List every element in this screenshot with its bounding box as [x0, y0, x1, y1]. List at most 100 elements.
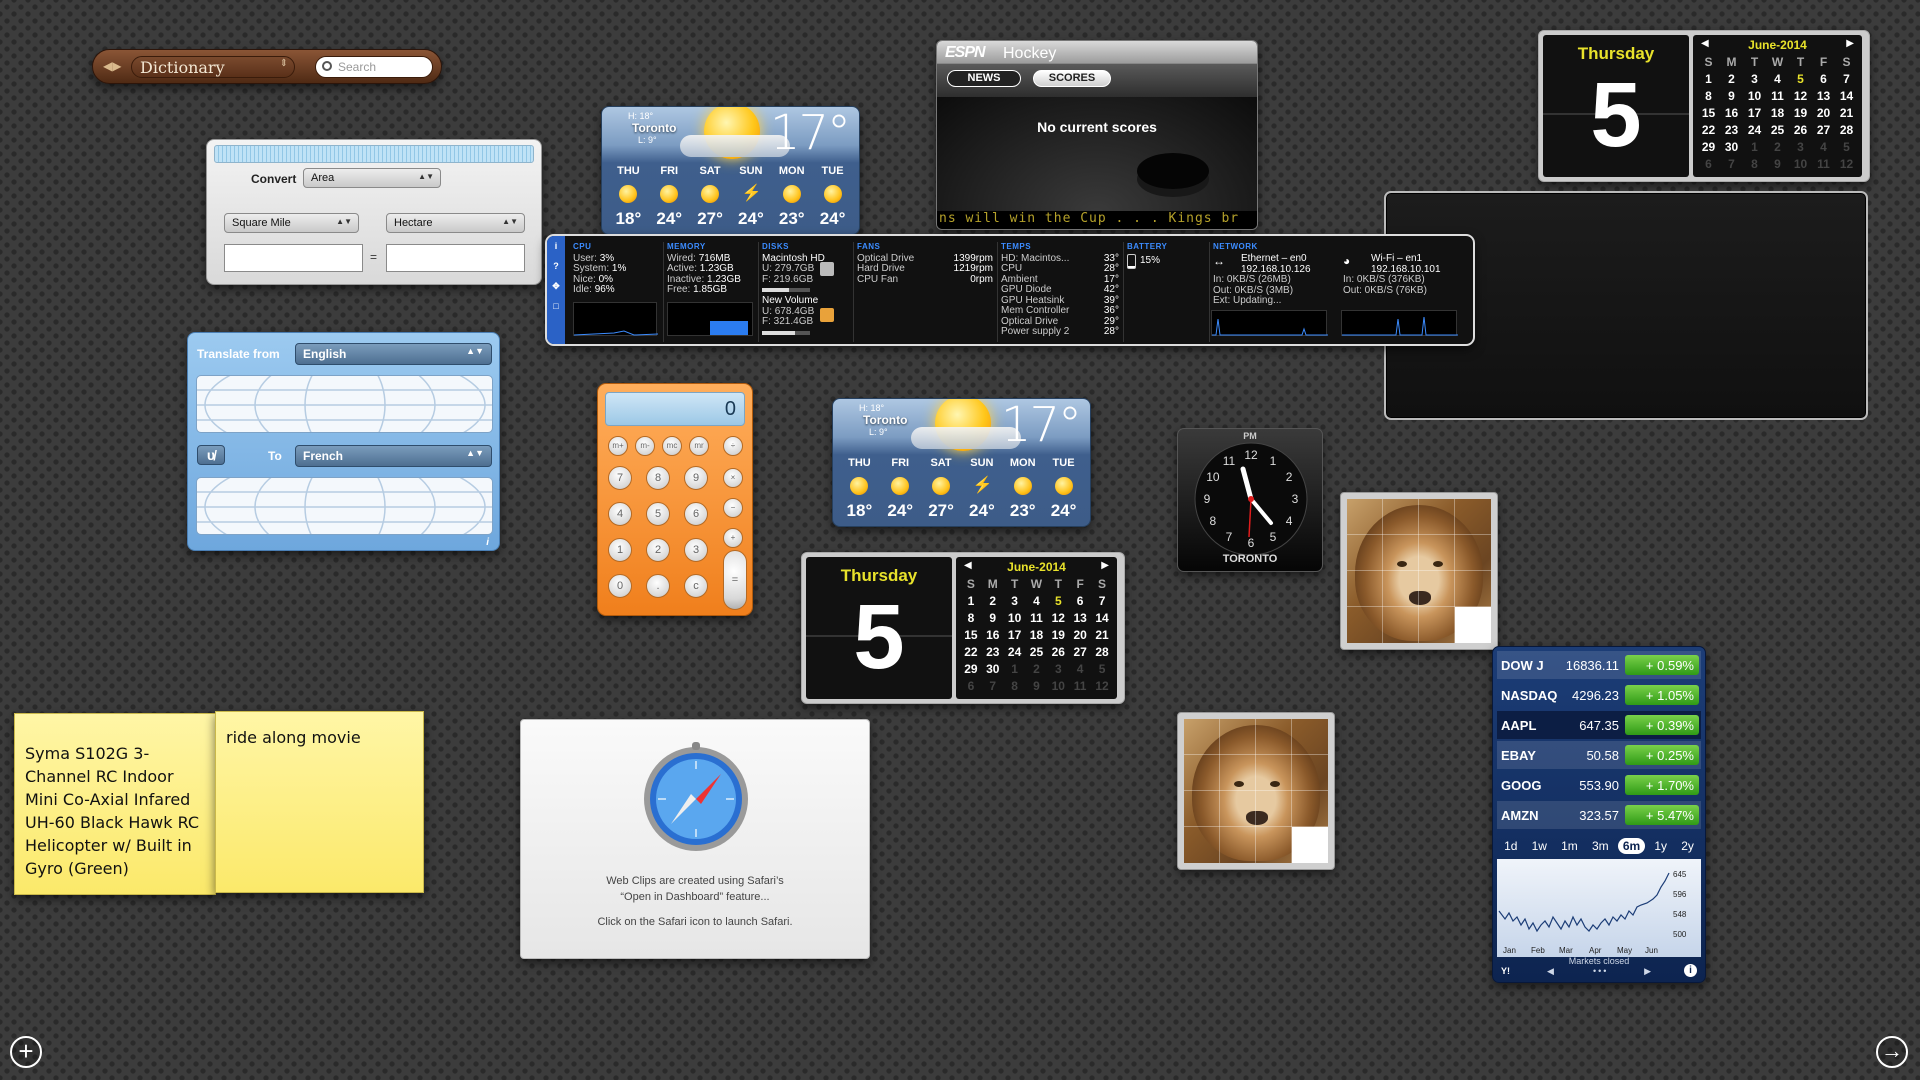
tile-game-widget[interactable] [1177, 712, 1335, 870]
calendar-day[interactable]: 9 [982, 609, 1004, 626]
calc-key[interactable]: 8 [646, 466, 670, 490]
next-space-button[interactable]: → [1876, 1036, 1908, 1068]
sticky-note[interactable]: ride along movie [215, 711, 424, 893]
dictionary-source-select[interactable]: Dictionary ⇕ [131, 56, 295, 78]
calendar-day[interactable]: 5 [1835, 138, 1858, 155]
from-language-select[interactable]: English ▲▼ [295, 343, 492, 365]
calendar-day[interactable]: 7 [1835, 70, 1858, 87]
calendar-day[interactable]: 27 [1069, 643, 1091, 660]
source-text-area[interactable] [196, 375, 493, 433]
calendar-day[interactable]: 16 [1720, 104, 1743, 121]
calendar-day[interactable]: 6 [1812, 70, 1835, 87]
calendar-day[interactable]: 9 [1720, 87, 1743, 104]
range-6m[interactable]: 6m [1617, 838, 1646, 854]
stock-change-badge[interactable]: + 1.05% [1625, 685, 1699, 705]
back-forward-arrows-icon[interactable]: ◀▶ [103, 59, 121, 73]
from-unit-select[interactable]: Square Mile ▲▼ [224, 213, 359, 233]
tab-scores[interactable]: SCORES [1033, 70, 1111, 87]
stock-change-badge[interactable]: + 0.39% [1625, 715, 1699, 735]
calendar-day[interactable]: 10 [1047, 677, 1069, 694]
calendar-day[interactable]: 5 [1091, 660, 1113, 677]
range-1d[interactable]: 1d [1499, 838, 1522, 854]
calendar-day[interactable]: 12 [1789, 87, 1812, 104]
calendar-day[interactable]: 4 [1812, 138, 1835, 155]
stock-row[interactable]: GOOG 553.90 + 1.70% [1497, 771, 1701, 799]
calendar-day[interactable]: 28 [1091, 643, 1113, 660]
calendar-day[interactable]: 16 [982, 626, 1004, 643]
stock-row[interactable]: EBAY 50.58 + 0.25% [1497, 741, 1701, 769]
safari-compass-icon[interactable] [641, 742, 751, 852]
swap-languages-button[interactable]: υ̸ [197, 445, 225, 465]
info-button[interactable]: i [486, 537, 489, 548]
info-icon[interactable]: i [1684, 964, 1697, 977]
calendar-widget[interactable]: Thursday 5 ◀ June-2014 ▶ SMTWTFS123456789… [801, 552, 1125, 704]
calc-key[interactable]: 6 [684, 502, 708, 526]
calendar-day[interactable]: 7 [982, 677, 1004, 694]
calendar-day[interactable]: 20 [1069, 626, 1091, 643]
calendar-day[interactable]: 17 [1004, 626, 1026, 643]
weather-widget[interactable]: H: 18° Toronto L: 9° 17° THU 18° FRI 24° S… [832, 398, 1091, 527]
calendar-day[interactable]: 8 [1743, 155, 1766, 172]
calendar-day[interactable]: 1 [1743, 138, 1766, 155]
calendar-day[interactable]: 12 [1047, 609, 1069, 626]
sticky-note[interactable]: Syma S102G 3-Channel RC Indoor Mini Co-A… [14, 713, 216, 895]
calc-key[interactable]: × [723, 468, 743, 488]
calc-key[interactable]: mr [689, 436, 709, 456]
calendar-day[interactable]: 1 [1697, 70, 1720, 87]
calendar-day[interactable]: 8 [960, 609, 982, 626]
next-month-button[interactable]: ▶ [1101, 560, 1109, 571]
calendar-day[interactable]: 9 [1766, 155, 1789, 172]
calendar-day[interactable]: 23 [1720, 121, 1743, 138]
calendar-day[interactable]: 11 [1026, 609, 1048, 626]
stock-row[interactable]: AAPL 647.35 + 0.39% [1497, 711, 1701, 739]
calendar-day[interactable]: 11 [1766, 87, 1789, 104]
calendar-day[interactable]: 14 [1091, 609, 1113, 626]
calc-key[interactable]: 0 [608, 574, 632, 598]
calendar-day[interactable]: 26 [1789, 121, 1812, 138]
calendar-day[interactable]: 6 [1697, 155, 1720, 172]
calendar-day[interactable]: 3 [1743, 70, 1766, 87]
calendar-day[interactable]: 3 [1789, 138, 1812, 155]
calendar-day[interactable]: 1 [1004, 660, 1026, 677]
calendar-day[interactable]: 4 [1069, 660, 1091, 677]
calendar-day[interactable]: 30 [1720, 138, 1743, 155]
calc-key[interactable]: 1 [608, 538, 632, 562]
calendar-day[interactable]: 27 [1812, 121, 1835, 138]
to-language-select[interactable]: French ▲▼ [295, 445, 492, 467]
calendar-day[interactable]: 10 [1743, 87, 1766, 104]
calendar-day[interactable]: 8 [1004, 677, 1026, 694]
help-icon[interactable]: ? [547, 256, 565, 276]
calendar-day[interactable]: 11 [1812, 155, 1835, 172]
translated-text-area[interactable] [196, 477, 493, 535]
calendar-day[interactable]: 7 [1091, 592, 1113, 609]
calendar-day[interactable]: 29 [960, 660, 982, 677]
calendar-day[interactable]: 13 [1812, 87, 1835, 104]
calendar-day[interactable]: 21 [1091, 626, 1113, 643]
calendar-day[interactable]: 3 [1047, 660, 1069, 677]
calc-key[interactable]: 3 [684, 538, 708, 562]
calc-key[interactable]: 5 [646, 502, 670, 526]
calc-key[interactable]: mc [662, 436, 682, 456]
calc-key[interactable]: − [723, 498, 743, 518]
calendar-day[interactable]: 10 [1789, 155, 1812, 172]
calendar-day[interactable]: 12 [1091, 677, 1113, 694]
stock-change-badge[interactable]: + 1.70% [1625, 775, 1699, 795]
calendar-day[interactable]: 4 [1766, 70, 1789, 87]
calendar-day[interactable]: 10 [1004, 609, 1026, 626]
calc-key[interactable]: 4 [608, 502, 632, 526]
calc-key-equals[interactable]: = [723, 550, 747, 610]
calendar-day[interactable]: 25 [1026, 643, 1048, 660]
calendar-day[interactable]: 22 [1697, 121, 1720, 138]
calendar-day[interactable]: 3 [1004, 592, 1026, 609]
calendar-day[interactable]: 29 [1697, 138, 1720, 155]
calendar-day[interactable]: 18 [1766, 104, 1789, 121]
calendar-day[interactable]: 12 [1835, 155, 1858, 172]
calendar-day[interactable]: 23 [982, 643, 1004, 660]
calendar-day[interactable]: 6 [1069, 592, 1091, 609]
calendar-day[interactable]: 17 [1743, 104, 1766, 121]
stock-change-badge[interactable]: + 5.47% [1625, 805, 1699, 825]
calendar-day[interactable]: 25 [1766, 121, 1789, 138]
calendar-day[interactable]: 4 [1026, 592, 1048, 609]
tab-news[interactable]: NEWS [947, 70, 1021, 87]
calc-key[interactable]: m+ [608, 436, 628, 456]
